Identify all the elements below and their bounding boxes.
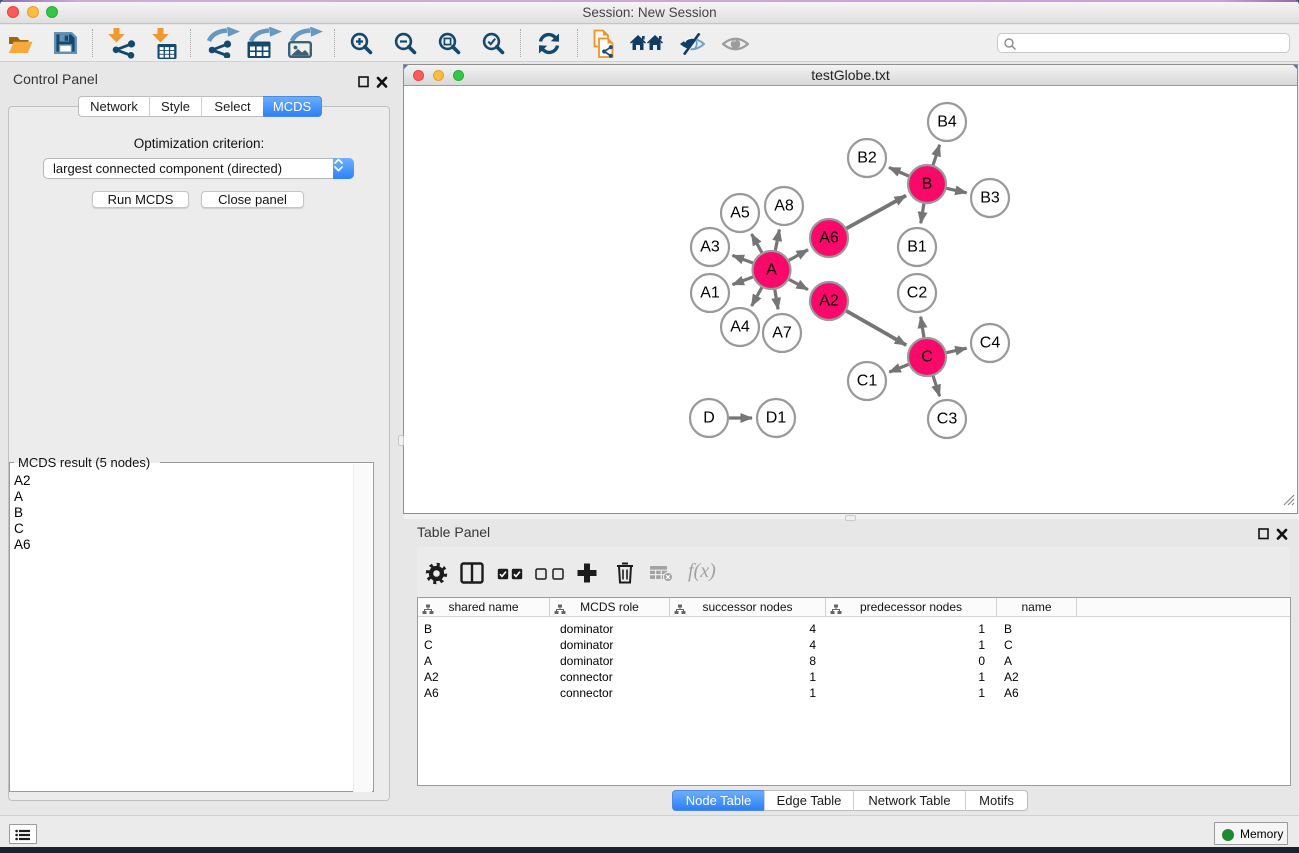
svg-text:D1: D1 bbox=[766, 410, 787, 427]
svg-text:A8: A8 bbox=[774, 198, 794, 215]
svg-text:B4: B4 bbox=[937, 114, 957, 131]
svg-text:A3: A3 bbox=[700, 239, 720, 256]
svg-text:B1: B1 bbox=[907, 239, 927, 256]
svg-text:A5: A5 bbox=[730, 205, 750, 222]
svg-text:A: A bbox=[766, 262, 777, 279]
svg-text:A6: A6 bbox=[819, 230, 839, 247]
svg-text:C1: C1 bbox=[857, 373, 878, 390]
svg-text:A4: A4 bbox=[730, 319, 750, 336]
svg-text:A7: A7 bbox=[772, 325, 792, 342]
svg-text:C: C bbox=[921, 349, 933, 366]
svg-text:C3: C3 bbox=[937, 411, 958, 428]
svg-text:C2: C2 bbox=[907, 285, 928, 302]
svg-text:B3: B3 bbox=[980, 190, 1000, 207]
svg-text:A1: A1 bbox=[700, 285, 720, 302]
svg-text:A2: A2 bbox=[819, 293, 839, 310]
svg-text:D: D bbox=[703, 410, 715, 427]
svg-text:C4: C4 bbox=[980, 335, 1001, 352]
svg-text:B2: B2 bbox=[857, 150, 877, 167]
svg-text:B: B bbox=[922, 176, 933, 193]
